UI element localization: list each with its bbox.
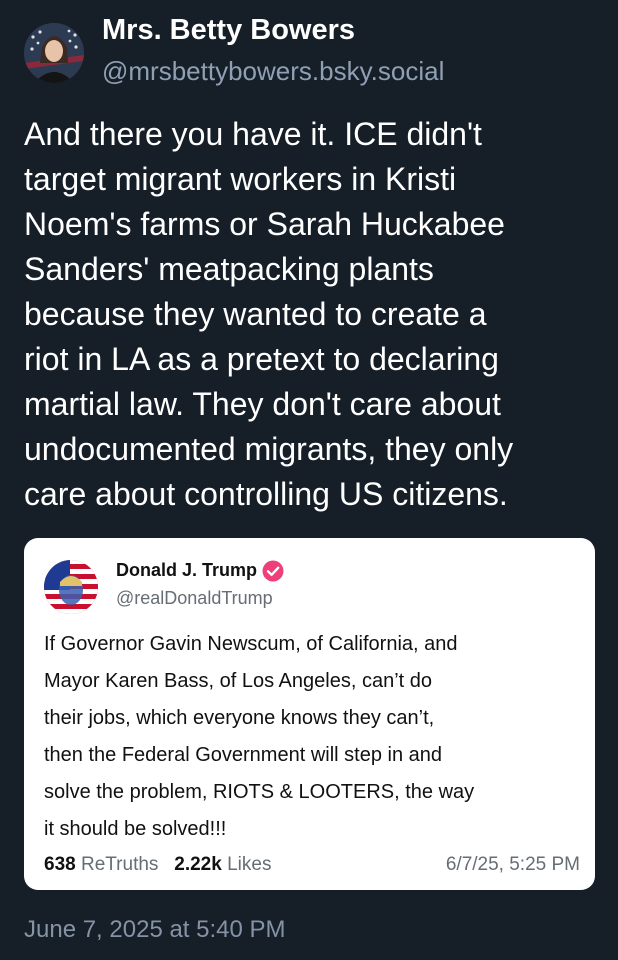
retruths-count: 638	[44, 854, 76, 875]
quoted-text-line: If Governor Gavin Newscum, of California…	[44, 633, 458, 655]
post-text-line: martial law. They don't care about	[24, 386, 501, 422]
post-header: Mrs. Betty Bowers @mrsbettybowers.bsky.s…	[24, 14, 604, 86]
post-text-line: care about controlling US citizens.	[24, 476, 508, 512]
verified-badge-icon	[262, 560, 284, 582]
post-text: And there you have it. ICE didn't target…	[24, 112, 604, 517]
quoted-text-line: then the Federal Government will step in…	[44, 744, 442, 766]
quoted-post-card[interactable]: Donald J. Trump @realDonaldTrump If Gove…	[24, 538, 595, 890]
quoted-post-date: 6/7/25, 5:25 PM	[445, 854, 580, 875]
quoted-author-handle[interactable]: @realDonaldTrump	[116, 588, 273, 609]
post-text-line: undocumented migrants, they only	[24, 431, 514, 467]
author-handle[interactable]: @mrsbettybowers.bsky.social	[102, 56, 444, 87]
likes-label[interactable]: Likes	[227, 854, 271, 875]
quoted-post-text: If Governor Gavin Newscum, of California…	[44, 626, 584, 848]
quoted-author-name[interactable]: Donald J. Trump	[116, 560, 257, 581]
quoted-text-line: solve the problem, RIOTS & LOOTERS, the …	[44, 781, 475, 803]
quoted-text-line: Mayor Karen Bass, of Los Angeles, can’t …	[44, 670, 432, 692]
author-avatar[interactable]	[24, 23, 84, 83]
likes-count: 2.22k	[174, 854, 222, 875]
quoted-author-avatar[interactable]	[44, 560, 98, 614]
post-text-line: riot in LA as a pretext to declaring	[24, 341, 499, 377]
post-text-line: And there you have it. ICE didn't	[24, 116, 482, 152]
author-display-name[interactable]: Mrs. Betty Bowers	[102, 14, 355, 47]
post-text-line: target migrant workers in Kristi	[24, 161, 457, 197]
quoted-text-line: their jobs, which everyone knows they ca…	[44, 707, 435, 729]
quoted-text-line: it should be solved!!!	[44, 818, 227, 840]
post-text-line: Noem's farms or Sarah Huckabee	[24, 206, 505, 242]
post-timestamp[interactable]: June 7, 2025 at 5:40 PM	[24, 916, 286, 944]
post-text-line: because they wanted to create a	[24, 296, 487, 332]
post-text-line: Sanders' meatpacking plants	[24, 251, 434, 287]
quoted-post-stats: 638 ReTruths 2.22k Likes 6/7/25, 5:25 PM	[44, 854, 580, 876]
retruths-label[interactable]: ReTruths	[81, 854, 158, 875]
